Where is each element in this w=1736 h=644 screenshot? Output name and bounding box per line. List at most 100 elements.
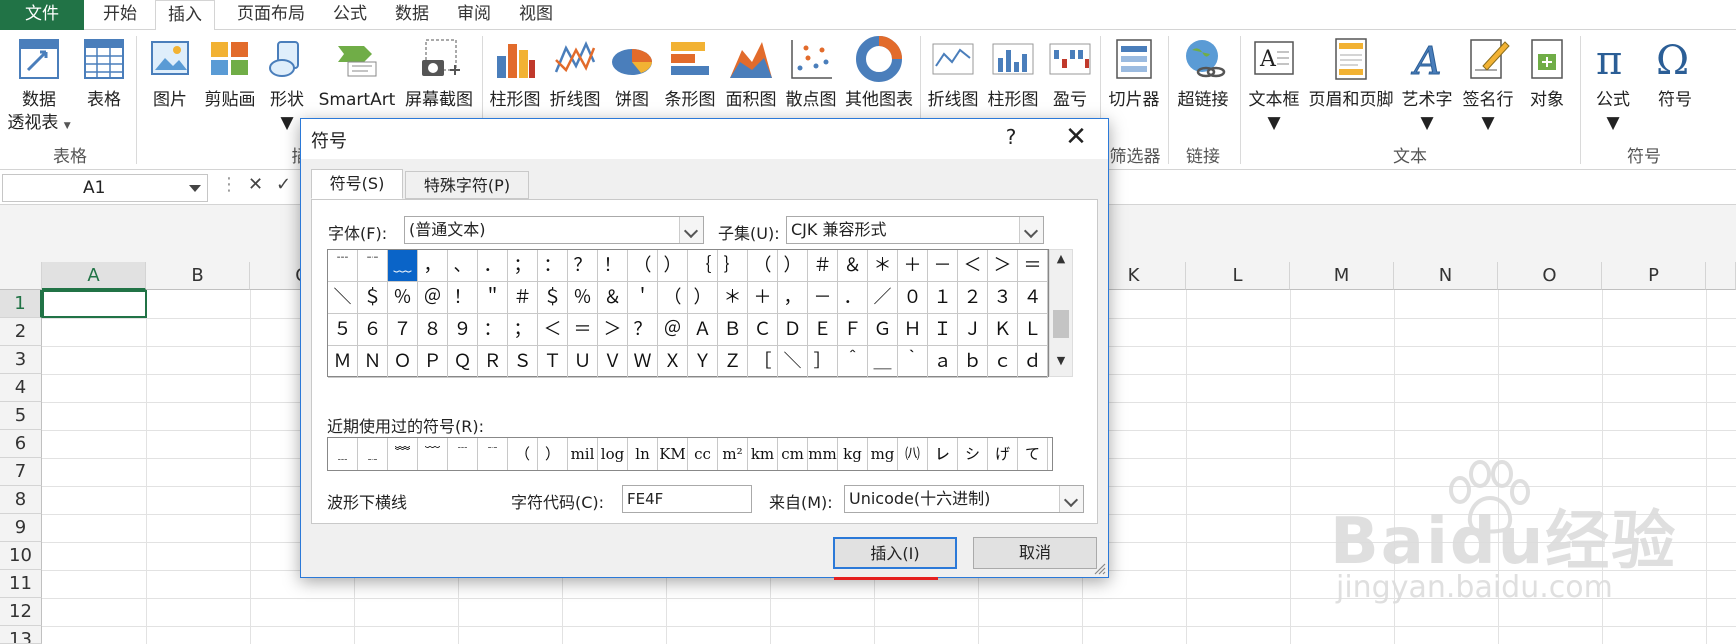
symbol-grid-scrollbar[interactable]: ▲ ▼ [1049, 249, 1073, 377]
recent-symbol-cell[interactable]: ㈧ [898, 438, 928, 470]
row-header[interactable]: 3 [0, 346, 42, 374]
symbol-cell[interactable]: Ｐ [418, 346, 448, 378]
recent-symbol-cell[interactable]: cm [778, 438, 808, 470]
symbol-cell[interactable]: ５ [328, 314, 358, 346]
symbol-grid[interactable]: ﹉ ﹊ ﹏，、．；：？！（）｛｝（）＃＆＊＋－＜＞＝ ＼ ＄％＠！＂＃＄％＆＇（）＊＋，… [327, 249, 1049, 378]
symbol-cell[interactable]: ﹏ [388, 250, 418, 282]
symbol-cell[interactable]: ＼ [778, 346, 808, 378]
symbol-cell[interactable]: ﹊ [358, 250, 388, 282]
symbol-cell[interactable]: １ [928, 282, 958, 314]
symbol-cell[interactable]: Ｃ [748, 314, 778, 346]
symbol-cell[interactable]: ＠ [418, 282, 448, 314]
row-header[interactable]: 6 [0, 430, 42, 458]
symbol-cell[interactable]: Ｏ [388, 346, 418, 378]
chevron-down-icon[interactable] [189, 185, 201, 192]
recent-symbol-cell[interactable]: cc [688, 438, 718, 470]
symbol-cell[interactable]: ＜ [538, 314, 568, 346]
dialog-title-bar[interactable]: 符号 ? ✕ [301, 119, 1108, 159]
symbol-cell[interactable]: Ａ [688, 314, 718, 346]
symbol-cell[interactable]: ＾ [838, 346, 868, 378]
symbol-cell[interactable]: Ｇ [868, 314, 898, 346]
object-button[interactable]: 对象 [1520, 34, 1574, 134]
recent-symbol-cell[interactable]: ﹉ [448, 438, 478, 470]
drag-handle-icon[interactable]: ⋮ [220, 174, 238, 195]
symbol-cell[interactable]: ６ [358, 314, 388, 346]
text-box-button[interactable]: A 文本框 ▼ [1244, 34, 1304, 134]
symbol-cell[interactable]: ８ [418, 314, 448, 346]
symbol-cell[interactable]: ａ [928, 346, 958, 378]
symbol-cell[interactable]: ＞ [988, 250, 1018, 282]
row-header[interactable]: 12 [0, 598, 42, 626]
insert-button[interactable]: 插入(I) [833, 537, 957, 569]
symbol-cell[interactable]: Ｍ [328, 346, 358, 378]
font-select[interactable]: (普通文本) [404, 216, 704, 244]
recent-symbol-cell[interactable]: ln [628, 438, 658, 470]
recent-symbol-cell[interactable]: ﹎ [358, 438, 388, 470]
row-header[interactable]: 11 [0, 570, 42, 598]
pivot-table-button[interactable]: 数据 透视表 ▼ [4, 34, 74, 134]
symbol-cell[interactable]: Ｚ [718, 346, 748, 378]
symbol-cell[interactable]: ） [778, 250, 808, 282]
close-button[interactable]: ✕ [1056, 123, 1096, 153]
symbol-cell[interactable]: ． [478, 250, 508, 282]
name-box[interactable]: A1 [2, 174, 208, 202]
recent-symbol-cell[interactable]: KM [658, 438, 688, 470]
symbol-cell[interactable]: ｝ [718, 250, 748, 282]
row-header[interactable]: 7 [0, 458, 42, 486]
symbol-cell[interactable]: ［ [748, 346, 778, 378]
column-header[interactable]: M [1290, 262, 1394, 290]
symbol-cell[interactable]: ． [838, 282, 868, 314]
recent-symbol-cell[interactable]: ﹌ [388, 438, 418, 470]
tab-view[interactable]: 视图 [508, 0, 564, 30]
symbol-cell[interactable]: 、 [448, 250, 478, 282]
symbol-cell[interactable]: （ [628, 250, 658, 282]
signature-line-button[interactable]: 签名行 ▼ [1458, 34, 1518, 134]
select-all-corner[interactable] [0, 262, 42, 290]
symbol-cell[interactable]: ｀ [898, 346, 928, 378]
scroll-thumb[interactable] [1053, 310, 1069, 338]
scroll-up-icon[interactable]: ▲ [1050, 252, 1072, 272]
column-header[interactable]: A [42, 262, 146, 290]
tab-special-characters[interactable]: 特殊字符(P) [405, 171, 529, 199]
symbol-cell[interactable]: ／ [868, 282, 898, 314]
row-header[interactable]: 2 [0, 318, 42, 346]
chevron-down-icon[interactable] [1019, 217, 1043, 243]
symbol-cell[interactable]: ） [688, 282, 718, 314]
equation-button[interactable]: π 公式 ▼ [1584, 34, 1642, 134]
symbol-cell[interactable]: Ｂ [718, 314, 748, 346]
symbol-cell[interactable]: ３ [988, 282, 1018, 314]
recent-symbol-cell[interactable]: kg [838, 438, 868, 470]
recent-symbol-cell[interactable]: km [748, 438, 778, 470]
symbol-cell[interactable]: ２ [958, 282, 988, 314]
symbol-cell[interactable]: Ｄ [778, 314, 808, 346]
wordart-button[interactable]: A 艺术字 ▼ [1398, 34, 1456, 134]
symbol-cell[interactable]: Ｗ [628, 346, 658, 378]
cancel-button[interactable]: 取消 [973, 537, 1097, 569]
symbol-cell[interactable]: ＋ [898, 250, 928, 282]
recent-symbol-cell[interactable]: （ [508, 438, 538, 470]
clip-art-button[interactable]: 剪贴画 [200, 34, 260, 134]
header-footer-button[interactable]: 页眉和页脚 [1306, 34, 1396, 134]
symbol-cell[interactable]: Ｉ [928, 314, 958, 346]
symbol-cell[interactable]: ］ [808, 346, 838, 378]
symbol-cell[interactable]: ＝ [568, 314, 598, 346]
symbol-cell[interactable]: ： [478, 314, 508, 346]
symbol-cell[interactable]: ｂ [958, 346, 988, 378]
cancel-formula-icon[interactable]: ✕ [248, 174, 263, 195]
symbol-cell[interactable]: Ｒ [478, 346, 508, 378]
symbol-cell[interactable]: ： [538, 250, 568, 282]
slicer-button[interactable]: 切片器 [1104, 34, 1164, 134]
symbol-cell[interactable]: Ｋ [988, 314, 1018, 346]
symbol-cell[interactable]: － [928, 250, 958, 282]
row-header[interactable]: 9 [0, 514, 42, 542]
symbol-cell[interactable]: ！ [448, 282, 478, 314]
symbol-cell[interactable]: ， [418, 250, 448, 282]
column-header[interactable]: O [1498, 262, 1602, 290]
recent-symbol-cell[interactable]: ﹊ [478, 438, 508, 470]
symbol-cell[interactable]: ＠ [658, 314, 688, 346]
symbol-cell[interactable]: ＄ [538, 282, 568, 314]
symbol-cell[interactable]: ＋ [748, 282, 778, 314]
recent-symbol-cell[interactable]: ﹍ [328, 438, 358, 470]
symbol-cell[interactable]: Ｎ [358, 346, 388, 378]
symbol-cell[interactable]: ） [658, 250, 688, 282]
